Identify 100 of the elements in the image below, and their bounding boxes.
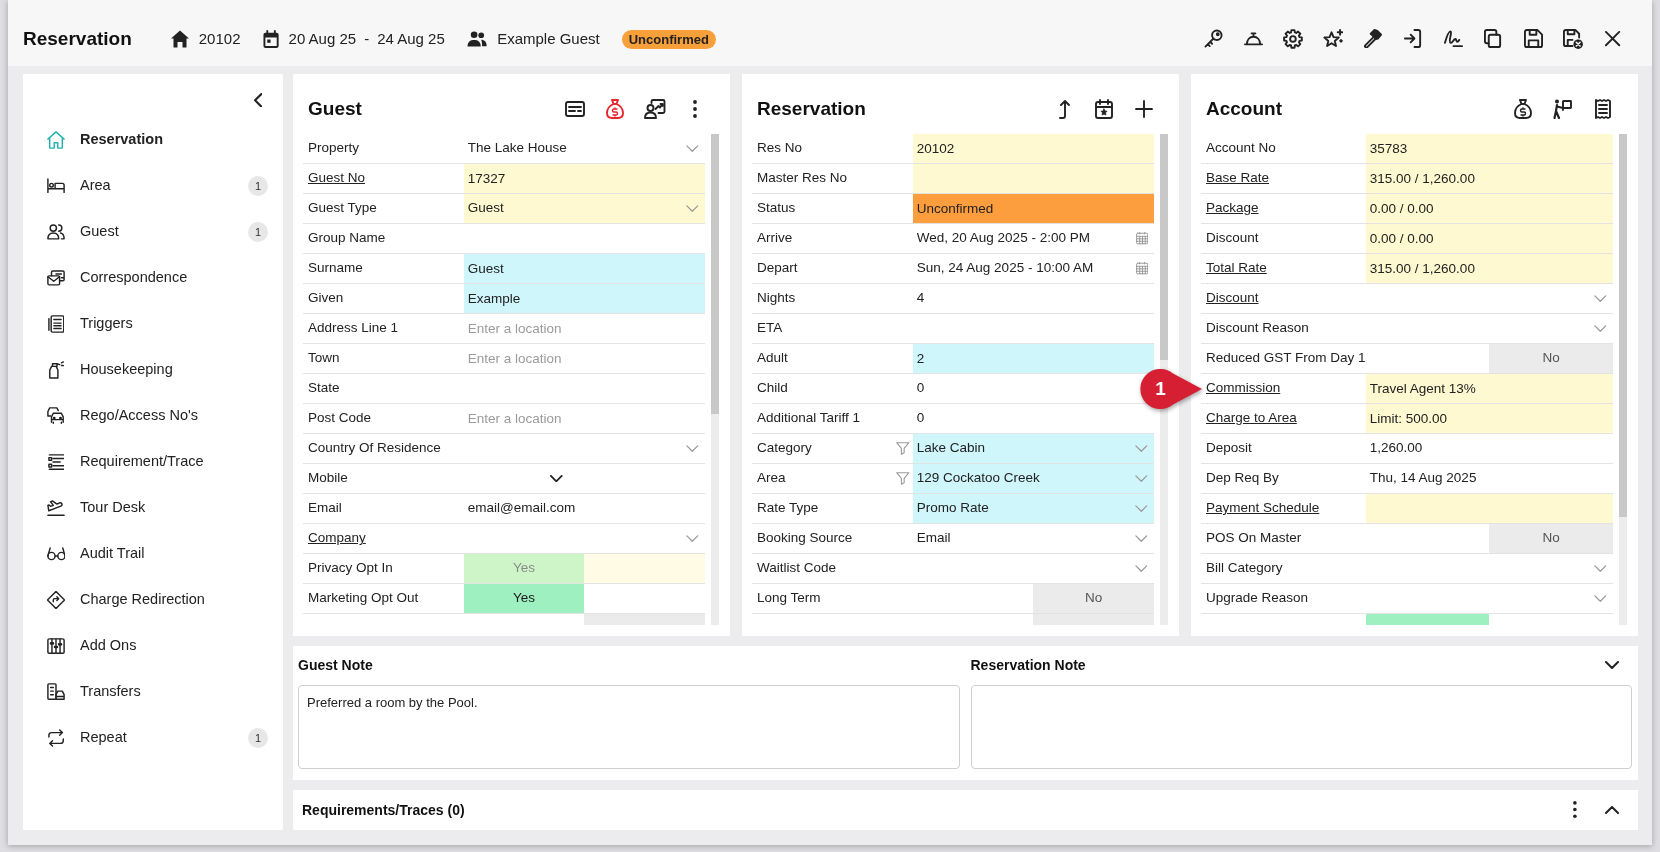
text-field[interactable]: 0.00 / 0.00: [1365, 224, 1613, 253]
sidebar-item[interactable]: Area 1: [46, 163, 268, 209]
key-icon[interactable]: [1203, 29, 1223, 49]
text-field[interactable]: email@email.com: [467, 498, 576, 519]
field-link[interactable]: Total Rate: [1206, 258, 1267, 279]
sidebar-item[interactable]: Housekeeping: [46, 347, 268, 393]
field-label: Area: [757, 469, 786, 488]
id-card-icon[interactable]: [565, 101, 585, 117]
field-label: Booking Source: [757, 529, 853, 548]
select-field[interactable]: Promo Rate: [912, 494, 1154, 523]
text-field[interactable]: [1365, 494, 1613, 523]
field-label: Depart: [757, 259, 798, 278]
field-label: Discount: [1206, 229, 1259, 248]
sidebar-item[interactable]: Add Ons: [46, 623, 268, 669]
close-icon[interactable]: [1605, 31, 1621, 47]
receipt-icon[interactable]: [1595, 99, 1611, 119]
field-label: Bill Category: [1206, 559, 1283, 578]
field-link[interactable]: Base Rate: [1206, 168, 1270, 189]
field-link[interactable]: Company: [308, 528, 366, 549]
save-icon[interactable]: [1523, 29, 1543, 49]
calendar-icon[interactable]: [1135, 232, 1148, 245]
field-link[interactable]: Guest No: [308, 168, 366, 189]
text-field[interactable]: [912, 164, 1154, 193]
text-field[interactable]: Enter a location: [463, 344, 705, 373]
text-field[interactable]: 2: [912, 344, 1154, 373]
sign-in-icon[interactable]: [1404, 29, 1422, 49]
date-field[interactable]: Sun, 24 Aug 2025 - 10:00 AM: [912, 254, 1154, 283]
hammer-icon[interactable]: [1363, 29, 1383, 49]
filter-icon[interactable]: [896, 442, 910, 455]
chevron-down-icon[interactable]: [550, 474, 563, 483]
field-link[interactable]: Discount: [1206, 288, 1259, 309]
plus-icon[interactable]: [1135, 100, 1153, 118]
text-field[interactable]: Guest: [463, 254, 705, 283]
sparkle-star-icon[interactable]: [1322, 29, 1344, 49]
text-field[interactable]: 20102: [912, 134, 1154, 163]
chevron-left-icon[interactable]: [253, 92, 262, 108]
save-close-icon[interactable]: [1562, 28, 1584, 50]
text-field[interactable]: Enter a location: [463, 404, 705, 433]
chevron-down-icon[interactable]: [1605, 661, 1619, 669]
field-label: Property: [308, 139, 360, 158]
house-icon: [170, 30, 189, 48]
sidebar-item[interactable]: Guest 1: [46, 209, 268, 255]
select-field[interactable]: 129 Cockatoo Creek: [912, 464, 1154, 493]
money-bag-icon[interactable]: [1514, 99, 1532, 119]
date-field[interactable]: Wed, 20 Aug 2025 - 2:00 PM: [912, 224, 1154, 253]
calendar-icon[interactable]: [1135, 262, 1148, 275]
field-link[interactable]: Commission: [1206, 378, 1281, 399]
text-field[interactable]: Enter a location: [463, 314, 705, 343]
chevron-up-icon[interactable]: [1605, 806, 1619, 814]
sidebar-item[interactable]: Triggers: [46, 301, 268, 347]
sidebar-item[interactable]: Repeat 1: [46, 715, 268, 761]
text-field[interactable]: 1,260.00: [1369, 438, 1423, 459]
user-chart-icon[interactable]: [644, 99, 666, 119]
text-field[interactable]: 315.00 / 1,260.00: [1365, 164, 1613, 193]
text-field[interactable]: 35783: [1365, 134, 1613, 163]
note-field[interactable]: [970, 685, 1632, 769]
filter-icon[interactable]: [896, 472, 910, 485]
kebab-menu-icon[interactable]: [1573, 801, 1577, 819]
sidebar-item[interactable]: Reservation: [46, 117, 268, 163]
text-field[interactable]: 0: [916, 378, 925, 399]
sidebar-item[interactable]: Requirement/Trace: [46, 439, 268, 485]
kebab-menu-icon[interactable]: [693, 100, 697, 118]
note-field[interactable]: Preferred a room by the Pool.: [298, 685, 960, 769]
sidebar-item[interactable]: Transfers: [46, 669, 268, 715]
person-sign-icon[interactable]: [1553, 99, 1573, 119]
text-field[interactable]: Example: [463, 284, 705, 313]
text-field[interactable]: 0: [916, 408, 925, 429]
field-link[interactable]: Payment Schedule: [1206, 498, 1320, 519]
select-field[interactable]: Email: [912, 524, 1154, 553]
text-field[interactable]: 0.00 / 0.00: [1365, 194, 1613, 223]
field-label: Status: [757, 199, 796, 218]
text-field[interactable]: 315.00 / 1,260.00: [1365, 254, 1613, 283]
field-label: Group Name: [308, 229, 386, 248]
scrollbar[interactable]: [711, 134, 719, 625]
text-field[interactable]: Unconfirmed: [912, 194, 1154, 223]
signature-icon[interactable]: [1443, 30, 1463, 48]
bell-icon[interactable]: [1243, 32, 1263, 46]
sidebar-item[interactable]: Rego/Access No's: [46, 393, 268, 439]
text-field[interactable]: Limit: 500.00: [1365, 404, 1613, 433]
field-label: Address Line 1: [308, 319, 399, 338]
text-field[interactable]: 4: [916, 288, 925, 309]
sidebar-item[interactable]: Audit Trail: [46, 531, 268, 577]
sidebar-item[interactable]: Charge Redirection: [46, 577, 268, 623]
arrow-up-icon[interactable]: [1058, 99, 1070, 119]
text-field[interactable]: 17327: [463, 164, 705, 193]
sidebar-item[interactable]: Tour Desk: [46, 485, 268, 531]
select-field[interactable]: Lake Cabin: [912, 434, 1154, 463]
field-label: Post Code: [308, 409, 372, 428]
sidebar-item[interactable]: Correspondence: [46, 255, 268, 301]
scrollbar[interactable]: [1619, 134, 1627, 625]
field-link[interactable]: Charge to Area: [1206, 408, 1297, 429]
text-field[interactable]: Travel Agent 13%: [1365, 374, 1613, 403]
text-field[interactable]: Thu, 14 Aug 2025: [1369, 468, 1477, 489]
settings-icon[interactable]: [1283, 29, 1303, 49]
field-link[interactable]: Package: [1206, 198, 1259, 219]
bed-icon: [47, 178, 65, 194]
note-label: Reservation Note: [970, 655, 1086, 675]
select-field[interactable]: Guest: [463, 194, 705, 223]
select-field[interactable]: The Lake House: [463, 134, 705, 163]
copy-icon[interactable]: [1484, 29, 1502, 49]
